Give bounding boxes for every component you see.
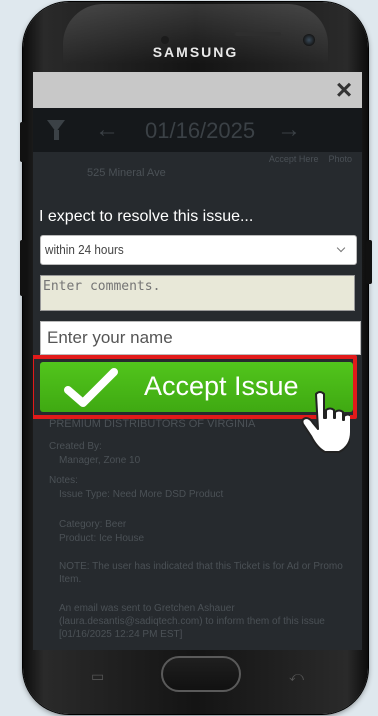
home-button[interactable] bbox=[161, 656, 241, 692]
category-text: Category: Beer bbox=[59, 519, 127, 530]
created-by-label: Created By: bbox=[49, 441, 102, 452]
comments-field[interactable] bbox=[40, 275, 355, 311]
close-icon[interactable]: × bbox=[332, 76, 356, 104]
ad-note-text: NOTE: The user has indicated that this T… bbox=[59, 561, 343, 585]
background-address: 525 Mineral Ave bbox=[87, 167, 166, 179]
power-button bbox=[366, 240, 372, 284]
proximity-sensor bbox=[161, 36, 169, 44]
accept-issue-label: Accept Issue bbox=[144, 371, 299, 401]
notes-label: Notes: bbox=[49, 475, 78, 486]
accept-here-tool: Accept Here bbox=[268, 154, 319, 164]
volume-button bbox=[20, 122, 26, 162]
filter-icon-stem bbox=[54, 130, 59, 140]
phone-brand-logo: SAMSUNG bbox=[152, 44, 239, 60]
forward-arrow-icon: → bbox=[277, 116, 301, 143]
resolve-time-select[interactable]: within 24 hours bbox=[40, 235, 357, 265]
email-note-text: An email was sent to Gretchen Ashauer (l… bbox=[59, 603, 325, 640]
recent-apps-icon: ▭ bbox=[91, 668, 105, 684]
created-by-value: Manager, Zone 10 bbox=[59, 455, 141, 466]
resolve-prompt-label: I expect to resolve this issue... bbox=[39, 208, 254, 225]
checkmark-icon bbox=[64, 368, 118, 407]
pointer-hand-icon bbox=[301, 391, 350, 453]
resolve-time-value: within 24 hours bbox=[45, 242, 124, 257]
issue-type-text: Issue Type: Need More DSD Product bbox=[59, 489, 224, 500]
earpiece-speaker bbox=[235, 32, 281, 36]
background-org-name: PREMIUM DISTRIBUTORS OF VIRGINIA bbox=[49, 418, 256, 430]
bottom-bezel: ▭ ⤺ bbox=[33, 650, 362, 700]
background-toolbar: Accept Here Photo bbox=[269, 154, 352, 164]
back-arrow-icon: ← bbox=[95, 116, 119, 143]
photo-tool: Photo bbox=[328, 154, 352, 164]
chevron-down-icon bbox=[336, 243, 346, 253]
background-date: 01/16/2025 bbox=[145, 118, 256, 143]
device-back-icon: ⤺ bbox=[289, 668, 304, 684]
background-app-header: ← 01/16/2025 → bbox=[33, 108, 362, 152]
modal-header: × bbox=[33, 72, 362, 108]
product-text: Product: Ice House bbox=[59, 533, 145, 544]
bixby-button bbox=[20, 240, 26, 296]
phone-screen: ← 01/16/2025 → Accept Here Photo 525 Min… bbox=[33, 72, 362, 650]
name-field[interactable] bbox=[40, 321, 361, 355]
